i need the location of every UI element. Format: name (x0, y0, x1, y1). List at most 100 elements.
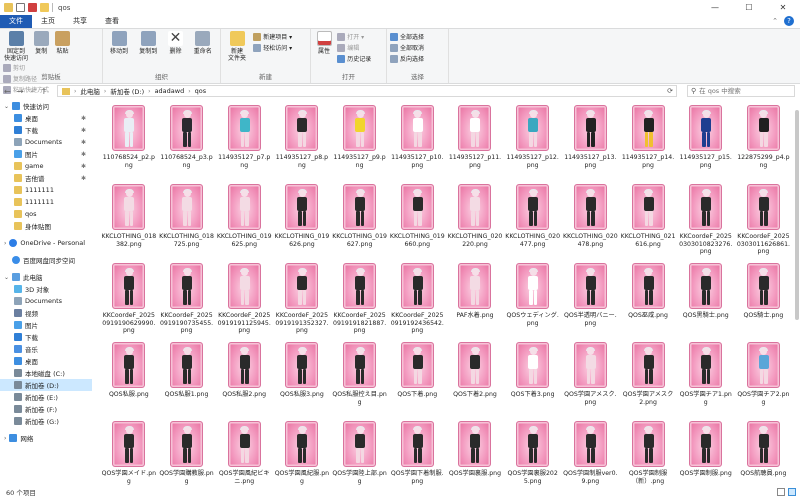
file-item[interactable]: QOS学園購教服.png (158, 419, 216, 486)
tab-view[interactable]: 查看 (96, 15, 128, 28)
file-item[interactable]: 114935127_p14.png (619, 103, 677, 182)
file-item[interactable]: 114935127_p11.png (446, 103, 504, 182)
file-item[interactable]: QOS私服3.png (273, 340, 331, 419)
file-item[interactable]: QOS私服2.png (215, 340, 273, 419)
file-item[interactable]: QOS下着.png (388, 340, 446, 419)
breadcrumb-adadawd[interactable]: adadawd (155, 87, 185, 95)
file-item[interactable]: QOS下着2.png (446, 340, 504, 419)
file-item[interactable]: QOS私服控え目.png (331, 340, 389, 419)
file-item[interactable]: 114935127_p15.png (677, 103, 735, 182)
sidebar-item[interactable]: 视频 (0, 307, 92, 319)
forward-arrow-icon[interactable]: → (17, 87, 24, 96)
file-item[interactable]: QOS学園制服（新）.png (619, 419, 677, 486)
maximize-button[interactable]: ☐ (732, 0, 766, 15)
file-item[interactable]: KKCoordeF_20250919191821887.png (331, 261, 389, 340)
scrollbar-thumb[interactable] (795, 110, 799, 320)
tab-share[interactable]: 共享 (64, 15, 96, 28)
file-item[interactable]: 114935127_p12.png (504, 103, 562, 182)
sidebar-item[interactable]: 3D 对象 (0, 283, 92, 295)
new-folder-icon[interactable] (40, 3, 49, 12)
sidebar-item[interactable]: 新加卷 (F:) (0, 403, 92, 415)
sidebar-item[interactable]: qos (0, 208, 92, 220)
breadcrumb-qos[interactable]: qos (195, 87, 207, 95)
file-item[interactable]: QOSウェディング.png (504, 261, 562, 340)
move-to-button[interactable]: 移动到 (106, 31, 132, 55)
pin-quick-access-button[interactable]: 固定到 快速访问 (3, 31, 29, 62)
address-bar[interactable]: › 此电脑 › 新加卷 (D:) › adadawd › qos ⟳ (57, 85, 677, 97)
sidebar-item[interactable]: Documents (0, 295, 92, 307)
scrollbar[interactable] (794, 100, 800, 485)
open-button[interactable]: 打开 ▾ (337, 32, 371, 41)
sidebar-item[interactable]: 音乐 (0, 343, 92, 355)
back-arrow-icon[interactable]: ← (4, 87, 11, 96)
file-item[interactable]: QOS巫咸.png (619, 261, 677, 340)
help-icon[interactable]: ? (784, 16, 794, 26)
sidebar-item[interactable]: 图片 (0, 319, 92, 331)
file-item[interactable]: QOS学園裏服.png (446, 419, 504, 486)
refresh-icon[interactable]: ⟳ (667, 87, 673, 95)
history-button[interactable]: 历史记录 (337, 54, 371, 63)
file-item[interactable]: QOS半透明バニー.png (562, 261, 620, 340)
sidebar-item[interactable]: 下载 ✱ (0, 124, 92, 136)
paste-button[interactable]: 粘贴 (53, 31, 71, 55)
chevron-down-icon[interactable]: ⌄ (4, 274, 9, 281)
navigation-pane[interactable]: ⌄ 快速访问 桌面 ✱ 下载 ✱ Documents ✱ 图片 ✱ game ✱ 吉他谱 ✱ 11111… (0, 100, 92, 485)
rename-button[interactable]: 重命名 (190, 31, 216, 55)
tab-file[interactable]: 文件 (0, 15, 32, 28)
sidebar-item[interactable]: 新加卷 (G:) (0, 415, 92, 427)
sidebar-item[interactable]: 图片 ✱ (0, 148, 92, 160)
sidebar-item[interactable]: 吉他谱 ✱ (0, 172, 92, 184)
chevron-right-icon[interactable]: › (4, 435, 6, 442)
file-item[interactable]: KKCoordeF_20250303011626861.png (735, 182, 792, 261)
file-item[interactable]: KKCLOTHING_018382.png (100, 182, 158, 261)
file-item[interactable]: KKCLOTHING_019626.png (273, 182, 331, 261)
up-arrow-icon[interactable]: ↑ (40, 87, 47, 96)
sidebar-item[interactable]: 本地磁盘 (C:) (0, 367, 92, 379)
file-item[interactable]: 114935127_p9.png (331, 103, 389, 182)
sidebar-item[interactable]: 1111111 (0, 196, 92, 208)
file-item[interactable]: KKCoordeF_20250919191125945.png (215, 261, 273, 340)
close-button[interactable]: ✕ (766, 0, 800, 15)
search-input[interactable] (699, 87, 790, 95)
chevron-right-icon[interactable]: › (4, 240, 6, 247)
sidebar-item[interactable]: game ✱ (0, 160, 92, 172)
tab-home[interactable]: 主页 (32, 15, 64, 28)
properties-button[interactable]: 属性 (314, 31, 334, 55)
file-item[interactable]: QOS学園裏服2025.png (504, 419, 562, 486)
file-item[interactable]: QOS学園チア1.png (677, 340, 735, 419)
chevron-down-icon[interactable]: ⌄ (4, 103, 9, 110)
file-item[interactable]: QOS学園メイド.png (100, 419, 158, 486)
file-item[interactable]: PAF水着.png (446, 261, 504, 340)
file-item[interactable]: QOS学園制服.png (677, 419, 735, 486)
nav-onedrive[interactable]: › OneDrive - Personal (0, 237, 92, 249)
file-item[interactable]: QOS学園風紀ビキニ.png (215, 419, 273, 486)
chevron-right-icon[interactable]: › (104, 88, 106, 95)
copy-button[interactable]: 复制 (32, 31, 50, 55)
file-item[interactable]: QOS学園チア2.png (735, 340, 792, 419)
nav-baidu[interactable]: 百度网盘同步空间 (0, 254, 92, 266)
chevron-down-icon[interactable]: ⌄ (29, 87, 34, 96)
file-item[interactable]: QOS騎士.png (735, 261, 792, 340)
new-item-button[interactable]: 新建项目 ▾ (253, 32, 292, 41)
file-item[interactable]: 122875299_p4.png (735, 103, 792, 182)
file-item[interactable]: QOS学園下着制服.png (388, 419, 446, 486)
copy-to-button[interactable]: 复制到 (135, 31, 161, 55)
file-item[interactable]: QOS学園風紀服.png (273, 419, 331, 486)
file-item[interactable]: QOS私服1.png (158, 340, 216, 419)
breadcrumb-this-pc[interactable]: 此电脑 (80, 86, 100, 96)
sidebar-item[interactable]: 下载 (0, 331, 92, 343)
file-item[interactable]: 110768524_p2.png (100, 103, 158, 182)
properties-icon[interactable] (28, 3, 37, 12)
file-item[interactable]: 114935127_p13.png (562, 103, 620, 182)
file-item[interactable]: KKCoordeF_20250303010823276.png (677, 182, 735, 261)
search-box[interactable]: ⚲ (687, 85, 795, 97)
file-item[interactable]: KKCoordeF_20250919192436542.png (388, 261, 446, 340)
file-item[interactable]: QOS学園アメスク2.png (619, 340, 677, 419)
details-view-icon[interactable] (777, 488, 785, 496)
sidebar-item[interactable]: Documents ✱ (0, 136, 92, 148)
file-item[interactable]: KKCLOTHING_020477.png (504, 182, 562, 261)
delete-button[interactable]: ✕ 删除 (164, 31, 186, 55)
file-item[interactable]: 114935127_p10.png (388, 103, 446, 182)
sidebar-item[interactable]: 身体贴图 (0, 220, 92, 232)
select-all-button[interactable]: 全部选择 (390, 32, 424, 41)
